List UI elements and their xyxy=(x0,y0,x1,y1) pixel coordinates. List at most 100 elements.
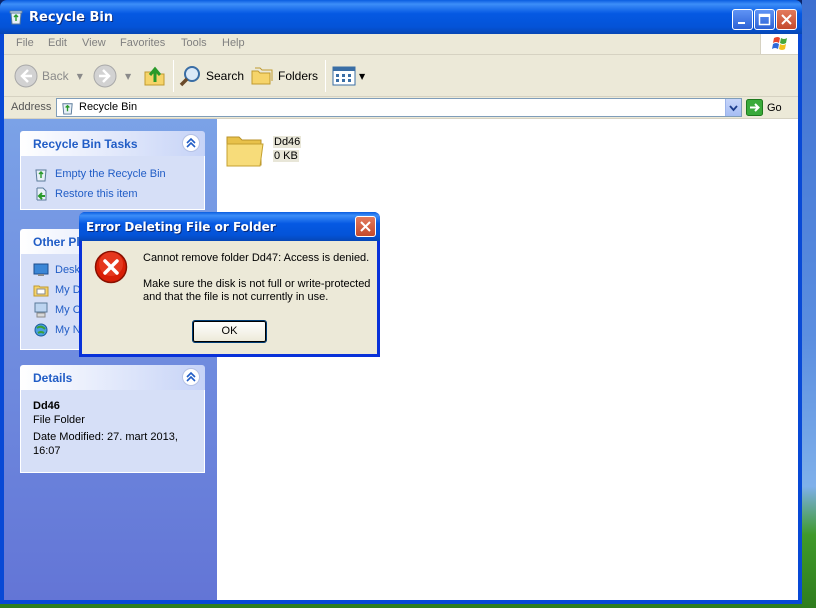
my-network-icon xyxy=(34,323,48,337)
folder-name: Dd46 xyxy=(273,136,302,148)
my-documents-link[interactable]: My D xyxy=(33,282,81,298)
folder-icon xyxy=(226,136,264,167)
chevron-up-icon xyxy=(186,137,196,148)
close-icon xyxy=(360,221,371,232)
standard-toolbar: Back ▼ ▼ Search Folders ▼ xyxy=(4,55,798,97)
error-icon xyxy=(94,250,128,284)
panel-body: Dd46 File Folder Date Modified: 27. mart… xyxy=(20,390,205,473)
dialog-title: Error Deleting File or Folder xyxy=(86,220,276,234)
dialog-detail-line1: Make sure the disk is not full or write-… xyxy=(143,278,371,290)
window-title: Recycle Bin xyxy=(29,10,114,25)
toolbar-separator xyxy=(173,60,174,92)
search-button[interactable]: Search xyxy=(178,61,244,91)
up-folder-button[interactable] xyxy=(142,61,168,91)
dialog-close-button[interactable] xyxy=(355,216,376,237)
menu-help[interactable]: Help xyxy=(222,37,245,49)
details-item-name: Dd46 xyxy=(33,400,60,412)
windows-flag-icon xyxy=(772,37,787,50)
menu-tools[interactable]: Tools xyxy=(181,37,207,49)
menu-favorites[interactable]: Favorites xyxy=(120,37,165,49)
place-label: My D xyxy=(55,284,81,296)
recycle-bin-small-icon xyxy=(60,100,75,118)
restore-icon xyxy=(36,187,47,201)
views-icon xyxy=(332,66,356,86)
folders-label: Folders xyxy=(278,69,319,83)
place-label: My N xyxy=(55,324,81,336)
folder-size: 0 KB xyxy=(273,150,299,162)
go-button[interactable]: Go xyxy=(746,98,782,117)
menu-edit[interactable]: Edit xyxy=(48,37,67,49)
forward-arrow-icon xyxy=(93,64,117,88)
empty-recycle-bin-link[interactable]: Empty the Recycle Bin xyxy=(33,166,166,182)
file-list-area[interactable]: Dd46 0 KB xyxy=(217,119,798,600)
menu-file[interactable]: File xyxy=(16,37,34,49)
details-date-time: 16:07 xyxy=(33,445,61,457)
dialog-detail-line2: and that the file is not currently in us… xyxy=(143,291,329,303)
windows-logo xyxy=(760,34,798,54)
recycle-bin-icon xyxy=(8,9,24,25)
address-dropdown-button[interactable] xyxy=(725,99,741,116)
dialog-message: Cannot remove folder Dd47: Access is den… xyxy=(143,252,370,264)
back-dropdown-icon[interactable]: ▼ xyxy=(77,72,83,81)
details-panel: Details Dd46 File Folder Date Modified: … xyxy=(20,365,205,473)
dialog-titlebar[interactable]: Error Deleting File or Folder xyxy=(79,212,380,241)
my-documents-icon xyxy=(33,285,49,297)
chevron-up-icon xyxy=(186,371,196,382)
folder-item[interactable]: Dd46 0 KB xyxy=(225,131,325,171)
desktop-icon xyxy=(33,263,49,276)
task-label: Restore this item xyxy=(55,188,138,200)
back-button[interactable]: Back ▼ xyxy=(14,61,83,91)
panel-body: Empty the Recycle Bin Restore this item xyxy=(20,156,205,210)
panel-title: Recycle Bin Tasks xyxy=(33,137,138,151)
my-computer-icon xyxy=(34,302,48,318)
toolbar-separator xyxy=(325,60,326,92)
views-button[interactable]: ▼ xyxy=(332,61,365,91)
task-label: Empty the Recycle Bin xyxy=(55,168,166,180)
my-computer-link[interactable]: My C xyxy=(33,302,81,318)
back-label: Back xyxy=(42,69,69,83)
dialog-body: Cannot remove folder Dd47: Access is den… xyxy=(82,241,377,354)
up-folder-icon xyxy=(144,66,165,86)
views-dropdown-icon[interactable]: ▼ xyxy=(359,72,365,81)
folders-icon xyxy=(251,67,273,85)
window-frame-bottom xyxy=(0,600,802,604)
search-icon xyxy=(179,66,200,87)
restore-item-link[interactable]: Restore this item xyxy=(33,186,138,202)
forward-button[interactable]: ▼ xyxy=(93,61,131,91)
panel-header[interactable]: Recycle Bin Tasks xyxy=(20,131,205,156)
folders-button[interactable]: Folders xyxy=(250,61,318,91)
ok-button[interactable]: OK xyxy=(192,320,267,343)
recycle-bin-tasks-panel: Recycle Bin Tasks Empty the Recycle Bin xyxy=(20,131,205,210)
collapse-button[interactable] xyxy=(182,134,200,152)
address-label: Address xyxy=(11,101,52,113)
close-icon xyxy=(781,14,792,25)
back-arrow-icon xyxy=(14,64,38,88)
empty-bin-icon xyxy=(35,169,47,182)
window-titlebar[interactable]: Recycle Bin xyxy=(0,0,802,34)
chevron-down-icon xyxy=(729,105,738,112)
panel-title: Other Pl xyxy=(33,235,80,249)
details-item-type: File Folder xyxy=(33,414,85,426)
go-label: Go xyxy=(767,101,782,114)
place-label: My C xyxy=(55,304,81,316)
collapse-button[interactable] xyxy=(182,368,200,386)
close-button[interactable] xyxy=(776,9,797,30)
task-pane: Recycle Bin Tasks Empty the Recycle Bin xyxy=(4,119,217,600)
desktop-link[interactable]: Desk xyxy=(33,262,80,278)
panel-title: Details xyxy=(33,371,73,385)
address-input[interactable]: Recycle Bin xyxy=(56,98,742,117)
search-label: Search xyxy=(206,69,245,83)
window-frame-right xyxy=(798,34,802,604)
go-arrow-icon xyxy=(746,99,763,116)
minimize-icon xyxy=(738,22,745,24)
forward-dropdown-icon[interactable]: ▼ xyxy=(125,72,131,81)
menu-view[interactable]: View xyxy=(82,37,106,49)
my-network-link[interactable]: My N xyxy=(33,322,81,338)
maximize-button[interactable] xyxy=(754,9,775,30)
error-dialog: Error Deleting File or Folder Cannot rem… xyxy=(79,212,380,357)
place-label: Desk xyxy=(55,264,81,276)
panel-header[interactable]: Details xyxy=(20,365,205,390)
minimize-button[interactable] xyxy=(732,9,753,30)
address-bar: Address Recycle Bin Go xyxy=(4,97,798,119)
details-date-modified: Date Modified: 27. mart 2013, xyxy=(33,431,178,443)
